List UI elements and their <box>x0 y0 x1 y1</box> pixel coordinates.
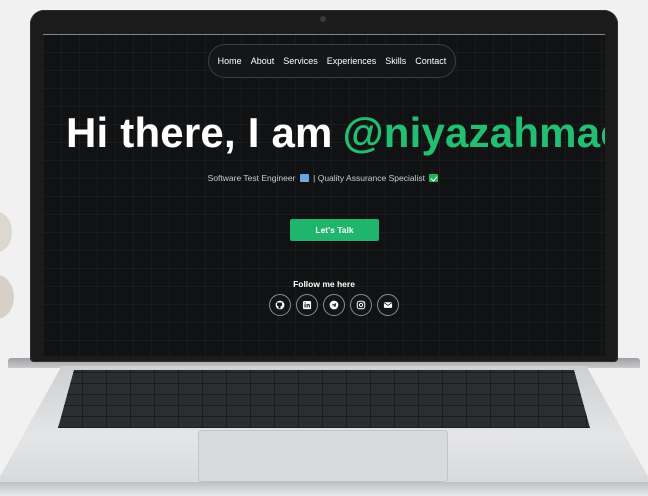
instagram-icon <box>356 300 366 310</box>
linkedin-link[interactable] <box>296 294 318 316</box>
instagram-link[interactable] <box>350 294 372 316</box>
telegram-icon <box>329 300 339 310</box>
github-icon <box>275 300 285 310</box>
laptop-emoji-icon <box>299 174 309 182</box>
subtitle-role: Software Test Engineer <box>207 173 296 183</box>
nav-home[interactable]: Home <box>213 56 246 66</box>
social-links <box>269 294 399 318</box>
nav-contact[interactable]: Contact <box>411 56 451 66</box>
nav-services[interactable]: Services <box>279 56 323 66</box>
email-link[interactable] <box>377 294 399 316</box>
top-nav: Home About Services Experiences Skills C… <box>208 44 456 78</box>
laptop-front-edge <box>0 482 648 496</box>
linkedin-icon <box>302 300 312 310</box>
nav-about[interactable]: About <box>246 56 279 66</box>
laptop-trackpad <box>198 430 448 482</box>
nav-experiences[interactable]: Experiences <box>322 56 381 66</box>
laptop-screen: Home About Services Experiences Skills C… <box>43 34 605 356</box>
background-stone <box>0 212 12 252</box>
screen-top-divider <box>43 34 605 35</box>
check-emoji-icon <box>429 174 439 182</box>
hero-greeting: Hi there, I am <box>66 109 333 156</box>
hero-heading: Hi there, I am @niyazahmac <box>66 110 605 156</box>
nav-skills[interactable]: Skills <box>381 56 411 66</box>
hero-subtitle: Software Test Engineer | Quality Assuran… <box>43 173 605 183</box>
subtitle-specialty: | Quality Assurance Specialist <box>313 173 425 183</box>
lets-talk-button[interactable]: Let's Talk <box>290 219 379 241</box>
follow-heading: Follow me here <box>293 279 355 289</box>
telegram-link[interactable] <box>323 294 345 316</box>
laptop-lid: Home About Services Experiences Skills C… <box>30 10 618 362</box>
email-icon <box>383 302 393 308</box>
laptop-keyboard <box>58 370 590 428</box>
github-link[interactable] <box>269 294 291 316</box>
hero-handle: @niyazahmac <box>342 109 605 156</box>
webcam <box>320 16 326 22</box>
background-stone <box>0 275 14 319</box>
